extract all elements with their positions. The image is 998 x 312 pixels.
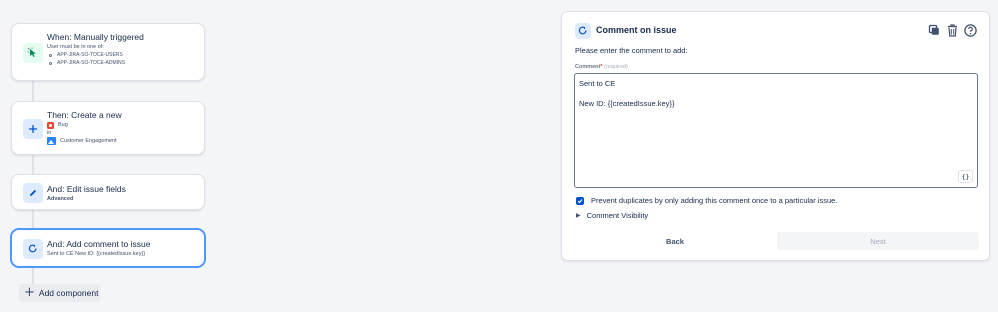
add-comment-card[interactable]: And: Add comment to issue Sent to CE New… [11,229,205,267]
trigger-title: When: Manually triggered [47,32,144,42]
add-component-button[interactable]: + Add component [19,284,100,302]
comment-prompt: Please enter the comment to add: [575,46,688,55]
edit-subtitle: Advanced [47,196,74,202]
cursor-click-icon [23,43,43,63]
bug-icon [47,121,54,129]
add-component-label: Add component [38,288,99,298]
in-label: in [47,130,52,136]
panel-title: Comment on issue [596,25,677,35]
comment-visibility-toggle[interactable]: ▶ Comment Visibility [576,211,648,220]
plus-icon [23,119,43,139]
comment-textarea[interactable]: Sent to CE New ID: {{createdIssue.key}} … [574,73,978,188]
comment-refresh-icon [575,23,591,39]
pencil-icon [23,183,43,203]
comment-field-label: Comment* (required) [575,64,628,70]
comment-config-panel: Comment on issue Please enter the commen… [561,11,990,261]
create-issue-card[interactable]: Then: Create a new Bug in Customer Engag… [11,101,205,155]
comment-refresh-icon [23,239,43,259]
issue-type: Bug [47,121,198,129]
project: Customer Engagement [47,137,198,145]
group-item: APP-JIRA-SO-TOCE-USERS [47,51,198,59]
copy-icon[interactable] [927,22,941,38]
comment-visibility-label: Comment Visibility [586,211,649,220]
prevent-duplicates-label: Prevent duplicates by only adding this c… [591,196,838,205]
prevent-duplicates-row[interactable]: Prevent duplicates by only adding this c… [576,196,837,205]
back-button[interactable]: Back [575,232,775,250]
trash-icon[interactable] [945,22,959,38]
next-button[interactable]: Next [777,232,979,250]
edit-title: And: Edit issue fields [47,184,126,194]
plus-icon: + [24,285,35,300]
flow-connector-bottom [32,266,34,284]
help-icon[interactable] [963,22,977,38]
trigger-card[interactable]: When: Manually triggered User must be in… [11,23,205,81]
comment-line: Sent to CE [579,79,616,88]
comment-line [579,89,973,99]
chevron-right-icon: ▶ [576,213,581,219]
panel-toolbar [927,22,977,38]
create-title: Then: Create a new [47,110,122,120]
group-item: APP-JIRA-SO-TOCE-ADMINS [47,59,198,67]
smart-value-button[interactable]: {} [958,170,973,183]
project-icon [47,137,56,145]
comment-title: And: Add comment to issue [47,239,151,249]
comment-line: New ID: {{createdIssue.key}} [579,99,675,108]
trigger-subtitle: User must be in one of: [47,44,104,50]
prevent-duplicates-checkbox[interactable] [576,196,584,205]
comment-subtitle: Sent to CE New ID: {{createdIssue.key}} [47,251,146,257]
edit-fields-card[interactable]: And: Edit issue fields Advanced [11,174,205,210]
